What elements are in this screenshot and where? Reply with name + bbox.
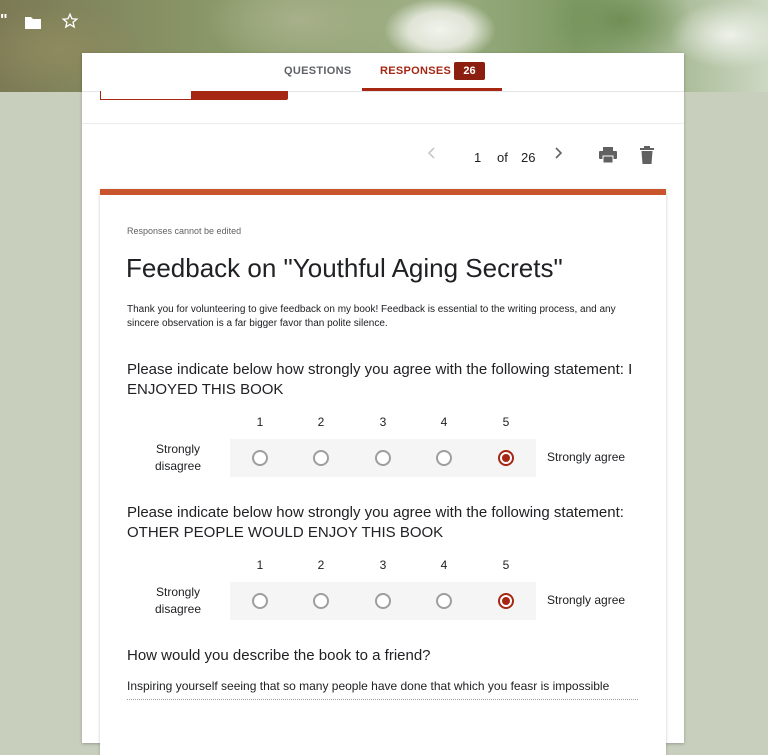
radio-option-5-selected[interactable]: [498, 450, 514, 466]
folder-icon[interactable]: [24, 14, 42, 35]
linear-scale: Strongly disagree Strongly agree: [100, 582, 666, 620]
scale-number: 2: [317, 415, 325, 429]
scale-number: 4: [440, 558, 448, 572]
individual-toggle-button[interactable]: [192, 91, 288, 100]
linear-scale: Strongly disagree Strongly agree: [100, 439, 666, 477]
form-description: Thank you for volunteering to give feedb…: [127, 304, 616, 329]
editor-tabs: QUESTIONS RESPONSES 26: [82, 53, 684, 92]
response-card: Responses cannot be edited Feedback on "…: [100, 189, 666, 755]
scale-number: 4: [440, 415, 448, 429]
chevron-right-icon[interactable]: [554, 146, 564, 163]
radio-option-4[interactable]: [436, 450, 452, 466]
pager-total: 26: [521, 150, 536, 165]
radio-option-5-selected[interactable]: [498, 593, 514, 609]
scale-number: 3: [379, 415, 387, 429]
scale-number: 1: [256, 415, 264, 429]
scale-number: 2: [317, 558, 325, 572]
tab-questions[interactable]: QUESTIONS: [284, 65, 352, 77]
chevron-left-icon[interactable]: [426, 146, 436, 163]
scale-number: 5: [502, 415, 510, 429]
print-icon[interactable]: [599, 147, 617, 168]
scale-number: 5: [502, 558, 510, 572]
quote-glyph: ": [0, 12, 8, 29]
pager-current[interactable]: 1: [474, 150, 481, 165]
radio-option-3[interactable]: [375, 450, 391, 466]
scale-number: 3: [379, 558, 387, 572]
scale-numbers: 1 2 3 4 5: [100, 415, 666, 429]
responses-count-badge: 26: [454, 62, 485, 80]
radio-option-1[interactable]: [252, 450, 268, 466]
scale-low-label: Strongly disagree: [154, 585, 202, 616]
radio-option-2[interactable]: [313, 593, 329, 609]
scale-numbers: 1 2 3 4 5: [100, 558, 666, 572]
read-only-note: Responses cannot be edited: [127, 226, 242, 236]
trash-icon[interactable]: [640, 146, 654, 169]
divider: [82, 123, 684, 124]
summary-toggle-button[interactable]: [100, 91, 192, 100]
form-editor-sheet: QUESTIONS RESPONSES 26 1 of 26 Responses…: [82, 53, 684, 755]
question-title: How would you describe the book to a fri…: [127, 647, 431, 664]
radio-option-1[interactable]: [252, 593, 268, 609]
pager-of-label: of: [497, 150, 508, 165]
question-title: Please indicate below how strongly you a…: [127, 361, 633, 398]
form-title: Feedback on "Youthful Aging Secrets": [126, 253, 563, 283]
scale-high-label: Strongly agree: [547, 450, 626, 464]
question-title: Please indicate below how strongly you a…: [127, 504, 624, 541]
scale-low-label: Strongly disagree: [154, 442, 202, 473]
tab-responses[interactable]: RESPONSES: [380, 65, 451, 77]
scale-high-label: Strongly agree: [547, 593, 626, 607]
radio-option-2[interactable]: [313, 450, 329, 466]
short-answer-response: Inspiring yourself seeing that so many p…: [127, 679, 638, 700]
radio-option-4[interactable]: [436, 593, 452, 609]
scale-number: 1: [256, 558, 264, 572]
radio-option-3[interactable]: [375, 593, 391, 609]
active-tab-indicator: [362, 88, 502, 91]
star-icon[interactable]: [61, 12, 79, 35]
